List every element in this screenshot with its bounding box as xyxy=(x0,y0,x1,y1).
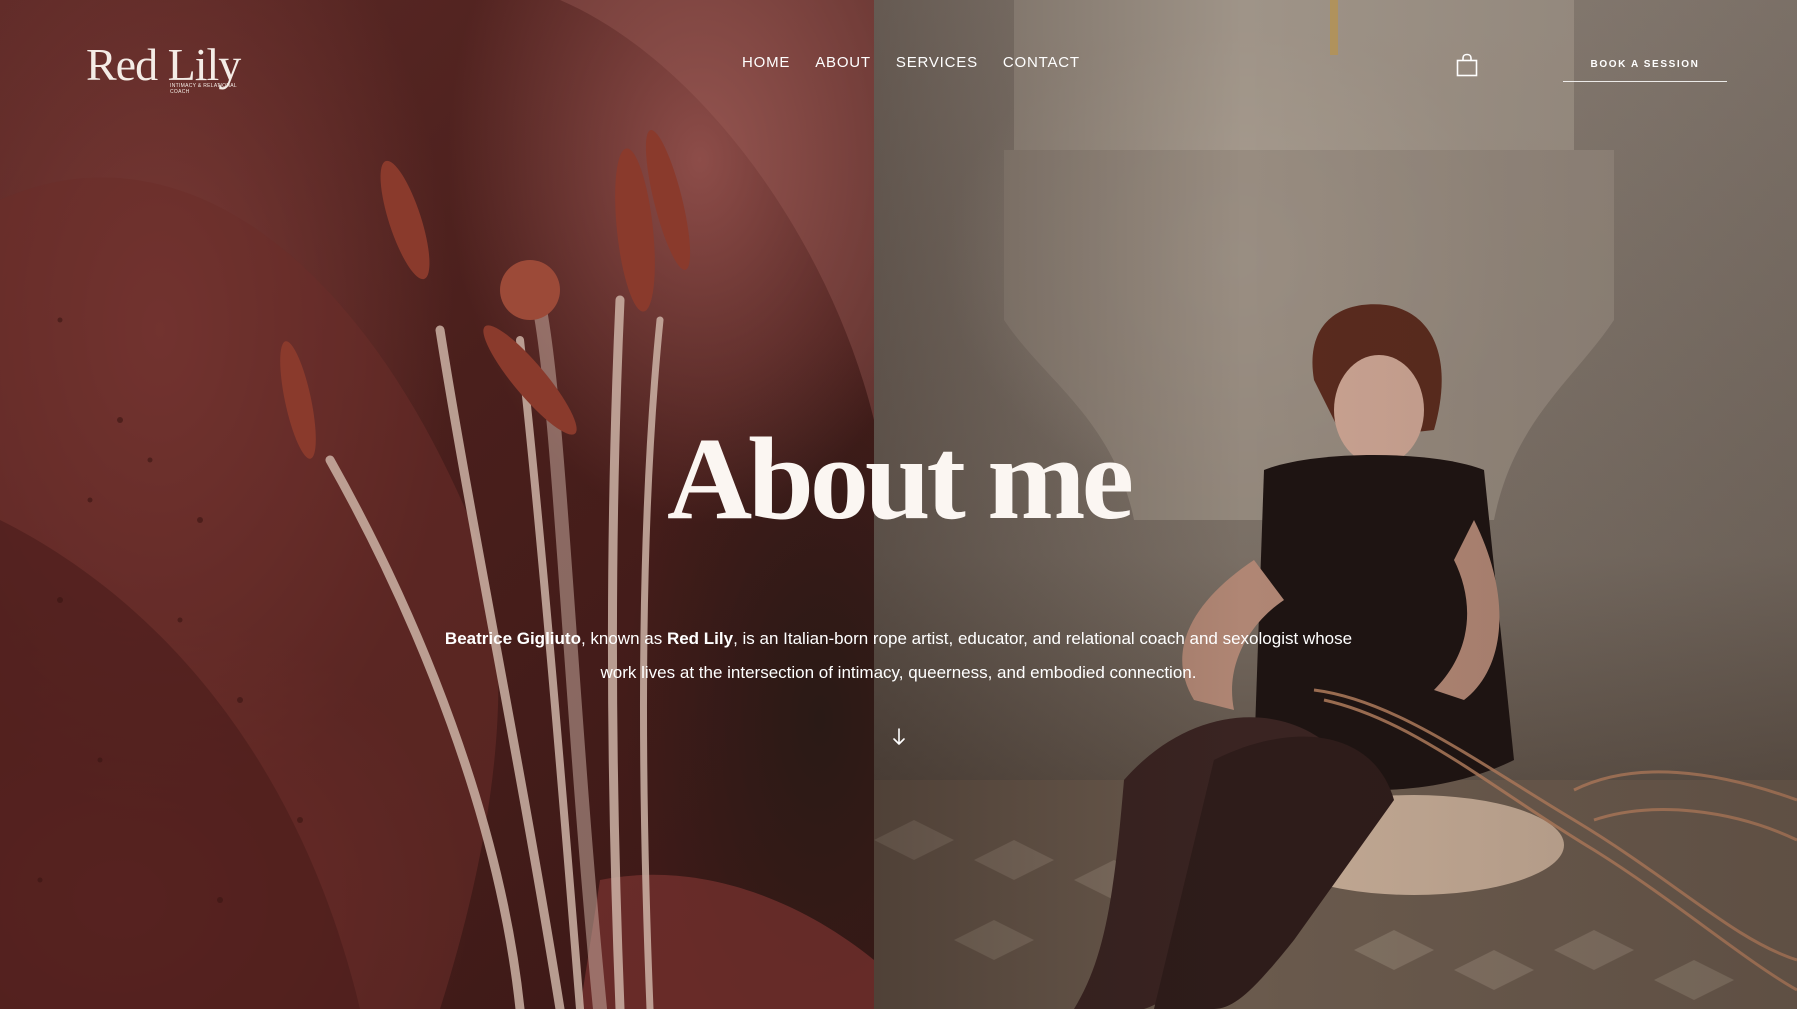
hero-name: Beatrice Gigliuto xyxy=(444,629,581,648)
logo[interactable]: Red Lily INTIMACY & RELATIONAL COACH xyxy=(86,38,256,98)
shopping-bag-icon[interactable] xyxy=(1455,53,1479,77)
logo-tagline: INTIMACY & RELATIONAL COACH xyxy=(170,83,237,95)
main-nav: HOME ABOUT SERVICES CONTACT xyxy=(742,54,1080,71)
nav-link-services[interactable]: SERVICES xyxy=(896,54,978,71)
nav-link-about[interactable]: ABOUT xyxy=(815,54,871,71)
arrow-down-icon[interactable] xyxy=(891,727,907,747)
hero-alias: Red Lily xyxy=(666,629,734,648)
page-title: About me xyxy=(667,413,1134,544)
hero-text-a: , known as xyxy=(580,629,667,648)
nav-link-contact[interactable]: CONTACT xyxy=(1003,54,1080,71)
book-session-button[interactable]: BOOK A SESSION xyxy=(1563,48,1727,82)
hero-intro-text: Beatrice Gigliuto, known as Red Lily, is… xyxy=(430,622,1367,690)
nav-link-home[interactable]: HOME xyxy=(742,54,790,71)
